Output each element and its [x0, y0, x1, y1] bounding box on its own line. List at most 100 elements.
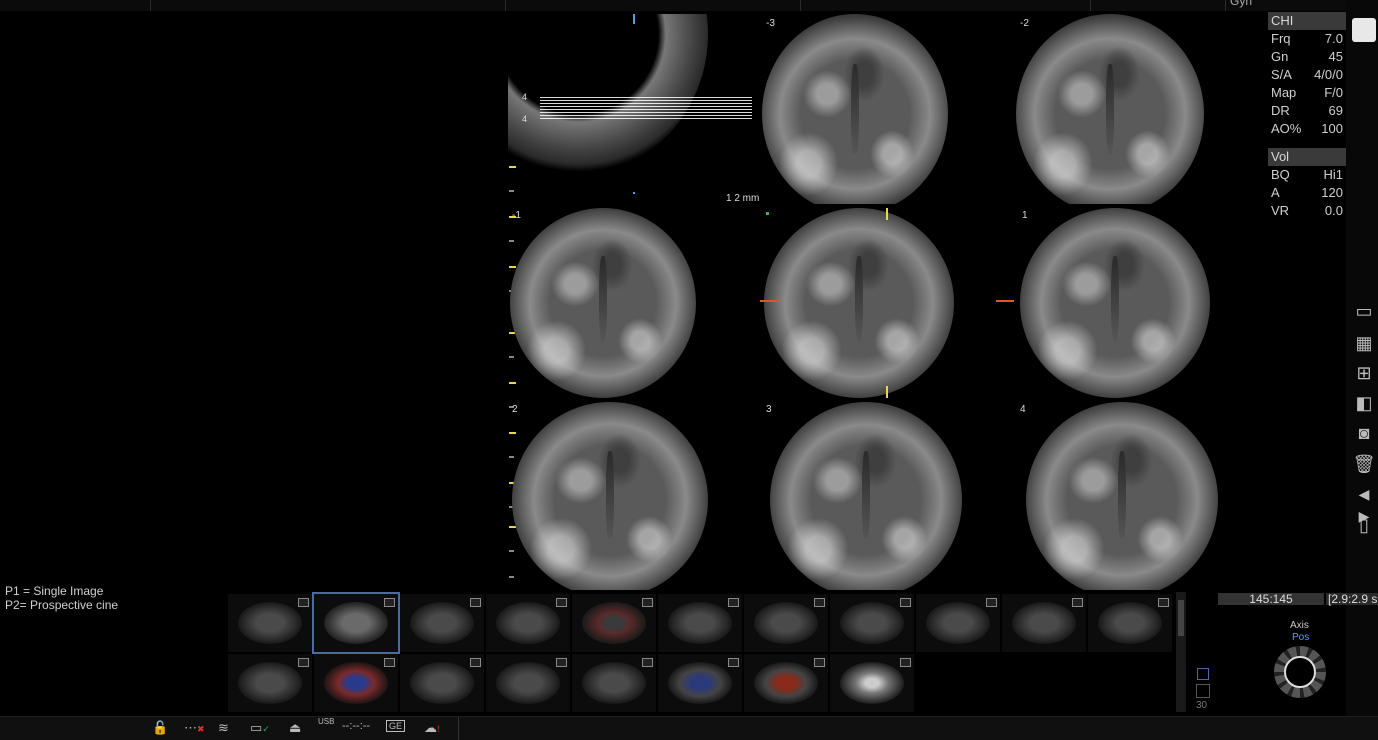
image-grid-icon[interactable]: ⊞: [1352, 362, 1376, 384]
param-row: A 120: [1271, 185, 1343, 200]
thumbnail[interactable]: [400, 654, 484, 712]
ultrasound-image: [1020, 208, 1210, 398]
top-segment: [150, 0, 506, 11]
thumbnail[interactable]: [1002, 594, 1086, 652]
param-row: S/A 4/0/0: [1271, 67, 1343, 82]
legend-p1: P1 = Single Image: [5, 584, 104, 598]
white-button[interactable]: [1352, 18, 1376, 42]
trash-icon[interactable]: 🗑: [1352, 453, 1376, 475]
slice-panel-active[interactable]: [760, 206, 956, 398]
scroll-indicator[interactable]: [1197, 668, 1209, 680]
ultrasound-image: [762, 14, 948, 204]
report-icon[interactable]: ◧: [1352, 392, 1376, 414]
param-row: Map F/0: [1271, 85, 1343, 100]
right-toolbar: [1346, 0, 1378, 716]
slice-panel[interactable]: 1: [996, 206, 1214, 398]
top-segment: [505, 0, 801, 11]
slice-label: 4: [1020, 404, 1026, 415]
slice-label: -1: [512, 210, 521, 221]
slice-panel[interactable]: 4: [1018, 400, 1220, 590]
param-row: BQ Hi1: [1271, 167, 1343, 182]
ultrasound-image: [512, 402, 708, 590]
ultrasound-image: [1016, 14, 1204, 204]
thumbnail[interactable]: [1088, 594, 1172, 652]
top-segment: [800, 0, 1091, 11]
param-row: VR 0.0: [1271, 203, 1343, 218]
exam-type-label: Gyn: [1230, 0, 1253, 8]
camera-icon[interactable]: ◙: [1352, 422, 1376, 444]
slice-marker-top: 4: [522, 92, 528, 102]
axis-marker-left: [760, 300, 780, 302]
orientation-dot: [766, 212, 769, 215]
thumbnail[interactable]: [658, 594, 742, 652]
thumbnail[interactable]: [314, 654, 398, 712]
slice-label: 1: [1022, 210, 1028, 221]
thumbnail[interactable]: [228, 654, 312, 712]
ultrasound-image: [510, 208, 696, 398]
network-icon[interactable]: ⋯✖: [184, 720, 205, 736]
thumbnail[interactable]: [744, 654, 828, 712]
thumbnail-selected[interactable]: [312, 592, 400, 654]
grid-icon[interactable]: ▦: [1352, 332, 1376, 354]
ge-icon[interactable]: GE: [386, 720, 406, 732]
slice-panel[interactable]: 3: [764, 400, 964, 590]
lock-icon[interactable]: 🔓: [152, 720, 168, 736]
legend-p2: P2= Prospective cine: [5, 598, 119, 612]
axis-marker-bottom: [886, 386, 888, 398]
wifi-icon[interactable]: ≋: [218, 720, 229, 736]
arrows-icon[interactable]: ◀ ▶: [1352, 483, 1376, 524]
phone-icon[interactable]: ▯: [1352, 514, 1376, 536]
axis-marker-top: [886, 208, 888, 220]
slice-label: 3: [766, 404, 772, 415]
param-row: Frq 7.0: [1271, 31, 1343, 46]
slice-marker-bottom: 4: [522, 114, 528, 124]
ultrasound-image: [1026, 402, 1218, 590]
thumbnail[interactable]: [744, 594, 828, 652]
thumbnail[interactable]: [486, 594, 570, 652]
ref-marker-bottom: [633, 192, 635, 194]
frame-counter: 145:145: [1218, 593, 1324, 605]
thumbnail[interactable]: [486, 654, 570, 712]
reference-panel[interactable]: 4 4: [508, 14, 756, 194]
eject-icon[interactable]: ⏏: [289, 720, 301, 736]
slice-panel[interactable]: -2: [1014, 14, 1206, 204]
preset-legend: P1 = Single Image P2= Prospective cine: [5, 584, 118, 612]
monitor-icon[interactable]: ▭: [1352, 300, 1376, 322]
cloud-icon[interactable]: ☁!: [424, 720, 440, 736]
top-bar: Gyn: [0, 0, 1378, 11]
scroll-indicator[interactable]: [1196, 684, 1210, 698]
ultrasound-image: [764, 208, 954, 398]
param-row: Gn 45: [1271, 49, 1343, 64]
trackball-center[interactable]: [1284, 656, 1316, 688]
thumbnail[interactable]: [228, 594, 312, 652]
battery-icon[interactable]: ▭✓: [250, 720, 270, 736]
slice-lines[interactable]: [540, 97, 752, 121]
usb-icon[interactable]: USB: [318, 717, 334, 726]
thumbnail[interactable]: [572, 594, 656, 652]
thumbnail-scrollbar[interactable]: [1176, 592, 1186, 712]
thumbnail[interactable]: [572, 654, 656, 712]
thumbnail-strip: [224, 592, 1190, 714]
scroll-count: 30: [1196, 700, 1208, 711]
thumbnail[interactable]: [830, 594, 914, 652]
thumbnail[interactable]: [830, 654, 914, 712]
slice-panel[interactable]: 2: [508, 400, 710, 590]
scrollbar-thumb[interactable]: [1178, 600, 1184, 636]
trackball-control[interactable]: [1274, 646, 1326, 698]
slice-label: -2: [1020, 18, 1029, 29]
reference-sector: [508, 14, 708, 174]
param-row: DR 69: [1271, 103, 1343, 118]
axis-label: Axis: [1290, 620, 1309, 631]
vol-header: Vol: [1268, 148, 1346, 166]
clock-display: --:--:--: [342, 720, 371, 732]
thumbnail[interactable]: [916, 594, 1000, 652]
thumbnail[interactable]: [400, 594, 484, 652]
slice-panel[interactable]: -3: [760, 14, 950, 204]
top-segment: [1090, 0, 1226, 11]
status-divider: [458, 717, 459, 740]
top-segment: [0, 0, 151, 11]
ultrasound-image: [770, 402, 962, 590]
slice-panel[interactable]: -1: [508, 206, 698, 398]
slice-label: -3: [766, 18, 775, 29]
thumbnail[interactable]: [658, 654, 742, 712]
